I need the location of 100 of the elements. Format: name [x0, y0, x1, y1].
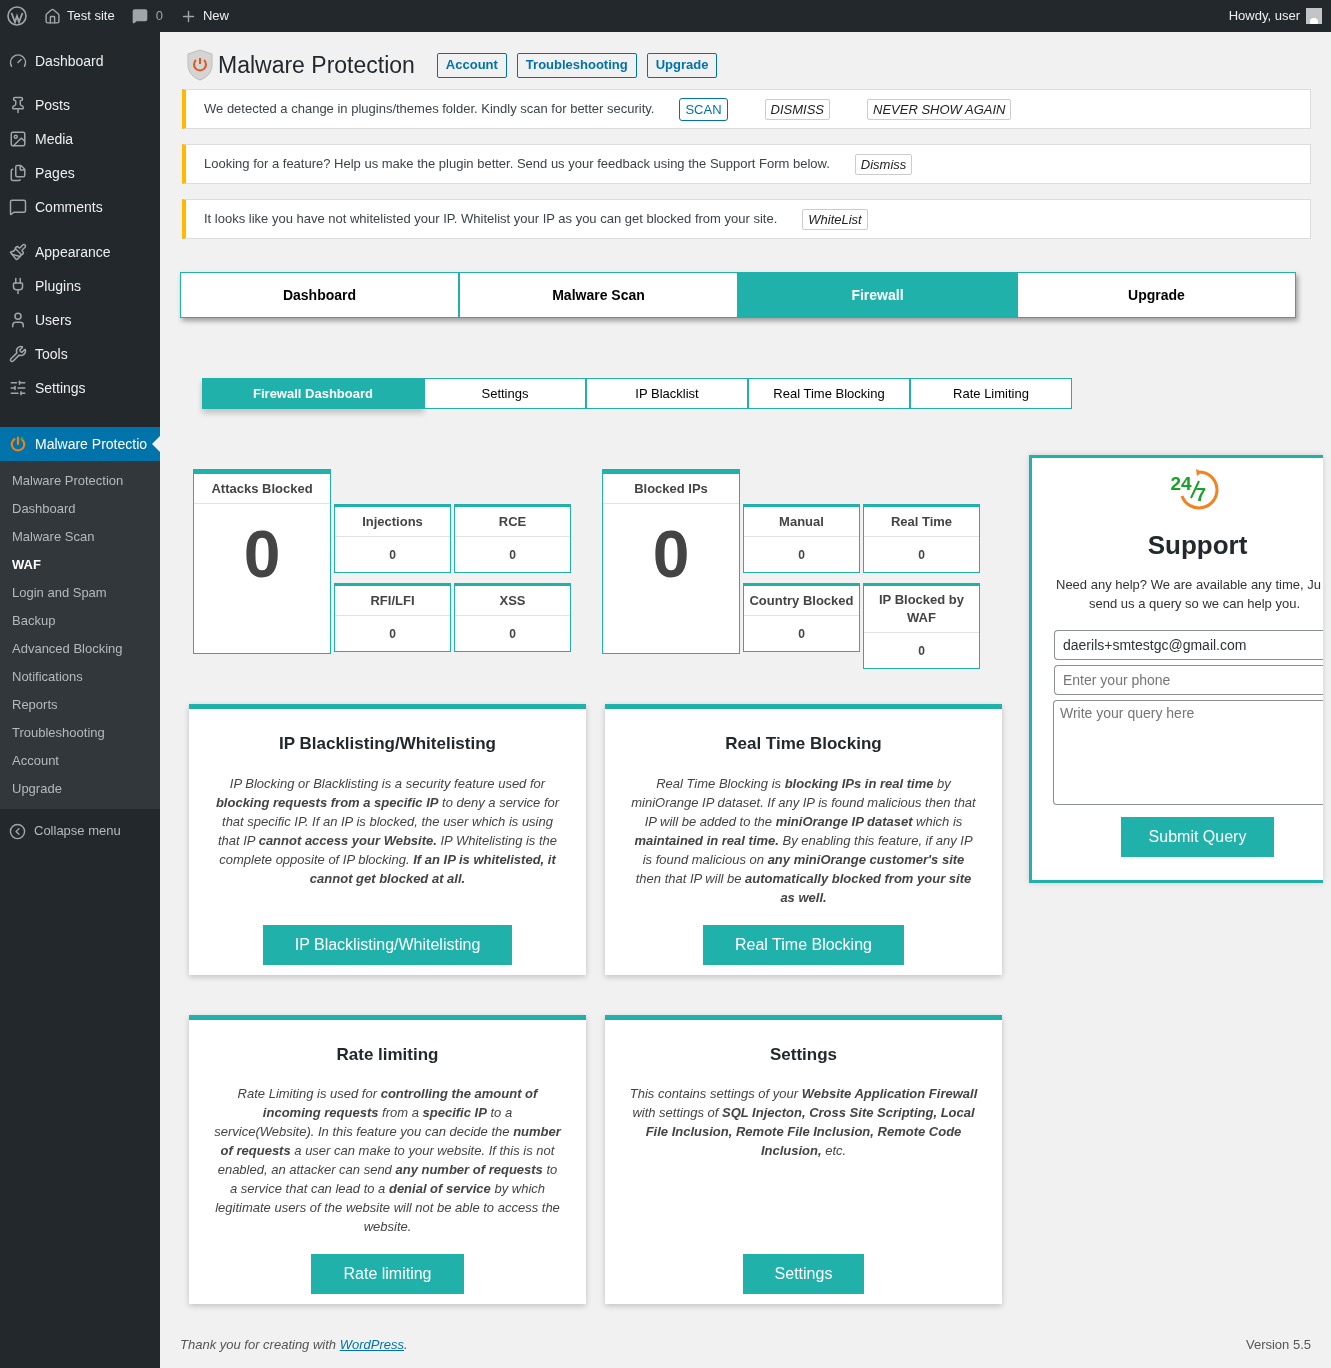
feature-title: IP Blacklisting/Whitelisting [279, 733, 496, 755]
stat-count: 0 [388, 625, 397, 643]
feature-description: Real Time Blocking is blocking IPs in real time by miniOrange IP dataset. If any IP is found malicious then that IP will be added to the miniOrange IP dataset which is maintained in real time. By enabling this feature, if any IP is found malicious on any miniOrange customer's site then that IP will be automatically blocked from your site as well. [630, 774, 977, 907]
stat-title: Blocked IPs [603, 474, 739, 504]
notice-text: Looking for a feature? Help us make the plugin better. Send us your feedback using the Support Form below. [204, 155, 830, 174]
paintbrush-icon [9, 243, 27, 261]
submenu-item[interactable]: WAF [0, 551, 160, 579]
notice-button[interactable]: Dismiss [854, 153, 913, 175]
notice-button[interactable]: WhiteList [802, 208, 868, 230]
phone-field[interactable]: Enter your phone [1054, 665, 1323, 695]
sidebar-item[interactable]: Media [0, 122, 160, 156]
collapse-icon [9, 822, 26, 840]
support-logo: 24 7 [1171, 468, 1224, 512]
notice-button[interactable]: SCAN [679, 97, 728, 121]
wordpress-logo-icon[interactable] [7, 6, 27, 26]
header-button[interactable]: Upgrade [646, 52, 718, 78]
submenu-item[interactable]: Account [0, 747, 160, 775]
sidebar-item[interactable]: Malware Protectio [0, 427, 160, 461]
home-icon [44, 7, 61, 25]
stat-label: Real Time [864, 507, 979, 537]
submenu-item[interactable]: Malware Protection [0, 467, 160, 495]
shield-icon [186, 49, 214, 81]
submenu-item[interactable]: Reports [0, 691, 160, 719]
sidebar-item[interactable]: Plugins [0, 269, 160, 303]
sidebar-item[interactable]: Dashboard [0, 44, 160, 78]
stat-count: 0 [797, 625, 806, 643]
sidebar-item[interactable]: Appearance [0, 235, 160, 269]
submenu-item[interactable]: Troubleshooting [0, 719, 160, 747]
sidebar-item[interactable]: Tools [0, 337, 160, 371]
header-button[interactable]: Account [436, 52, 507, 78]
submenu-item[interactable]: Login and Spam [0, 579, 160, 607]
sidebar-item[interactable]: Pages [0, 156, 160, 190]
sidebar-item[interactable]: Settings [0, 371, 160, 405]
submenu-item[interactable]: Upgrade [0, 775, 160, 803]
stat-count: 0 [797, 546, 806, 564]
email-field[interactable]: daerils+smtestgc@gmail.com [1054, 630, 1323, 660]
site-link[interactable]: Test site [44, 6, 115, 26]
wordpress-link[interactable]: WordPress [339, 1336, 404, 1352]
media-icon [9, 130, 27, 148]
feature-description: Rate Limiting is used for controlling the amount of incoming requests from a specific IP to a service(Website). In this feature you can decide the number of requests a user can make to your website. If this is not enabled, an attacker can send any number of requests to a service that can lead to a denial of service by which legitimate users of the website will not be able to access the website. [213, 1085, 562, 1236]
avatar-icon [1306, 8, 1322, 24]
stat-value: 0 [651, 521, 691, 587]
support-description: send us a query so we can help you. [1089, 595, 1301, 613]
feature-title: Rate limiting [336, 1043, 439, 1066]
active-pointer-icon [152, 436, 160, 452]
header-button[interactable]: Troubleshooting [516, 52, 637, 78]
stat-count: 0 [388, 546, 397, 564]
sub-tab[interactable]: Settings [424, 378, 586, 409]
support-description: Need any help? We are available any time, Ju [1056, 576, 1321, 594]
stat-title: Attacks Blocked [194, 474, 330, 504]
sub-tab[interactable]: IP Blacklist [586, 378, 748, 409]
version-text: Version 5.5 [1245, 1335, 1311, 1354]
submenu-item[interactable]: Notifications [0, 663, 160, 691]
footer-credit: Thank you for creating with WordPress. [180, 1335, 408, 1354]
submenu-item[interactable]: Advanced Blocking [0, 635, 160, 663]
stat-label: Country Blocked [744, 586, 859, 616]
user-icon [9, 311, 27, 329]
submenu-item[interactable]: Dashboard [0, 495, 160, 523]
stat-count: 0 [917, 546, 926, 564]
sidebar-item[interactable]: Comments [0, 190, 160, 224]
stat-count: 0 [917, 642, 926, 660]
collapse-menu[interactable]: Collapse menu [0, 814, 160, 848]
support-title: Support [1147, 529, 1248, 562]
stat-label: Injections [335, 507, 450, 537]
comments-link[interactable]: 0 [131, 6, 163, 26]
feature-description: IP Blocking or Blacklisting is a security feature used for blocking requests from a specific IP to deny a service for that specific IP. If an IP is blocked, the user which is using that IP cannot access your Website. IP Whitelisting is the complete opposite of IP blocking. If an IP is whitelisted, it cannot get blocked at all. [214, 774, 561, 888]
wrench-icon [9, 345, 27, 363]
query-field[interactable]: Write your query here [1053, 700, 1323, 805]
page-title: Malware Protection [218, 50, 415, 80]
feature-title: Real Time Blocking [725, 733, 882, 755]
sliders-icon [9, 379, 27, 397]
user-greeting[interactable]: Howdy, user [1228, 6, 1322, 26]
power-icon [9, 435, 27, 453]
sub-tab[interactable]: Real Time Blocking [748, 378, 910, 409]
comment-icon [9, 198, 27, 216]
main-tab[interactable]: Dashboard [180, 272, 459, 318]
stat-label: IP Blocked by WAF [864, 586, 979, 633]
notice-button[interactable]: DISMISS [764, 98, 831, 120]
stat-count: 0 [508, 625, 517, 643]
comment-icon [131, 8, 148, 24]
dashboard-icon [9, 52, 27, 70]
pages-icon [9, 164, 27, 182]
notice-button[interactable]: NEVER SHOW AGAIN [867, 98, 1012, 120]
stat-count: 0 [508, 546, 517, 564]
main-tab[interactable]: Upgrade [1017, 272, 1296, 318]
stat-value: 0 [242, 521, 282, 587]
stat-label: Manual [744, 507, 859, 537]
stat-label: RFI/LFI [335, 586, 450, 616]
stat-label: RCE [455, 507, 570, 537]
sidebar-item[interactable]: Users [0, 303, 160, 337]
feature-title: Settings [769, 1043, 838, 1066]
new-link[interactable]: New [179, 6, 229, 26]
stat-label: XSS [455, 586, 570, 616]
notice-text: We detected a change in plugins/themes folder. Kindly scan for better security. [204, 100, 655, 119]
main-tab[interactable]: Malware Scan [459, 272, 738, 318]
feature-description: This contains settings of your Website Application Firewall with settings of SQL Injecton, Cross Site Scripting, Local File Inclusion, Remote File Inclusion, Remote Code Inclusion, etc. [629, 1085, 978, 1160]
submenu-item[interactable]: Backup [0, 607, 160, 635]
submenu-item[interactable]: Malware Scan [0, 523, 160, 551]
sub-tab[interactable]: Rate Limiting [910, 378, 1072, 409]
sidebar-item[interactable]: Posts [0, 88, 160, 122]
